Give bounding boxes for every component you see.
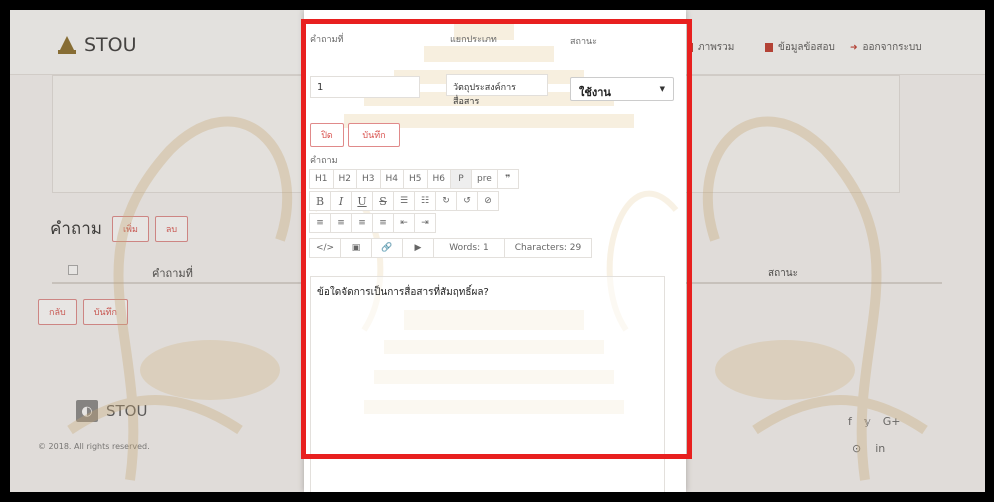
status-select[interactable]: ใช้งาน ▼ — [570, 77, 674, 101]
h1-button[interactable]: H1 — [309, 169, 334, 189]
bold-button[interactable]: B — [309, 191, 331, 211]
toolbar-insert: </> ▣ 🔗 ▶ Words: 1 Characters: 29 — [309, 238, 592, 258]
indent-icon[interactable]: ⇥ — [414, 213, 436, 233]
h2-button[interactable]: H2 — [332, 169, 357, 189]
strikethrough-button[interactable]: S — [372, 191, 394, 211]
image-icon[interactable]: ▣ — [340, 238, 372, 258]
italic-button[interactable]: I — [330, 191, 352, 211]
ordered-list-icon[interactable]: ☷ — [414, 191, 436, 211]
align-left-icon[interactable]: ≡ — [309, 213, 331, 233]
paragraph-button[interactable]: P — [450, 169, 472, 189]
align-right-icon[interactable]: ≡ — [351, 213, 373, 233]
h4-button[interactable]: H4 — [379, 169, 404, 189]
character-count: Characters: 29 — [504, 238, 592, 258]
question-label: คำถาม — [310, 156, 338, 166]
word-count: Words: 1 — [433, 238, 505, 258]
close-button[interactable]: ปิด — [310, 123, 344, 147]
category-field[interactable]: วัตถุประสงค์การสื่อสาร — [446, 74, 548, 107]
align-center-icon[interactable]: ≡ — [330, 213, 352, 233]
save-button[interactable]: บันทึก — [348, 123, 400, 147]
undo-icon[interactable]: ↺ — [456, 191, 478, 211]
underline-button[interactable]: U — [351, 191, 373, 211]
quote-icon[interactable]: ❞ — [496, 169, 519, 189]
outdent-icon[interactable]: ⇤ — [393, 213, 415, 233]
status-select-value: ใช้งาน — [579, 86, 611, 99]
question-number-label: คำถามที่ — [310, 35, 344, 45]
toolbar-headings: H1 H2 H3 H4 H5 H6 P pre ❞ — [309, 169, 519, 189]
h5-button[interactable]: H5 — [403, 169, 428, 189]
clear-format-icon[interactable]: ⊘ — [477, 191, 499, 211]
align-justify-icon[interactable]: ≡ — [372, 213, 394, 233]
toolbar-formatting: B I U S ☰ ☷ ↻ ↺ ⊘ — [309, 191, 499, 211]
h3-button[interactable]: H3 — [356, 169, 381, 189]
status-label: สถานะ — [570, 37, 597, 47]
code-icon[interactable]: </> — [309, 238, 341, 258]
toolbar-alignment: ≡ ≡ ≡ ≡ ⇤ ⇥ — [309, 213, 436, 233]
link-icon[interactable]: 🔗 — [371, 238, 403, 258]
unordered-list-icon[interactable]: ☰ — [393, 191, 415, 211]
category-label: แยกประเภท — [450, 35, 497, 45]
question-number-field[interactable]: 1 — [310, 76, 420, 98]
question-editor[interactable]: ข้อใดจัดการเป็นการสื่อสารที่สัมฤทธิ์ผล? — [310, 276, 665, 492]
pre-button[interactable]: pre — [471, 169, 498, 189]
edit-question-modal: คำถามที่ 1 แยกประเภท วัตถุประสงค์การสื่อ… — [304, 10, 686, 492]
chevron-down-icon: ▼ — [659, 85, 665, 93]
app-frame: STOU ภาพรวม ข้อมูลข้อสอบ ➜ ออกจากระบบ คำ… — [10, 10, 985, 492]
video-icon[interactable]: ▶ — [402, 238, 434, 258]
redo-icon[interactable]: ↻ — [435, 191, 457, 211]
h6-button[interactable]: H6 — [426, 169, 451, 189]
question-text: ข้อใดจัดการเป็นการสื่อสารที่สัมฤทธิ์ผล? — [317, 287, 489, 298]
